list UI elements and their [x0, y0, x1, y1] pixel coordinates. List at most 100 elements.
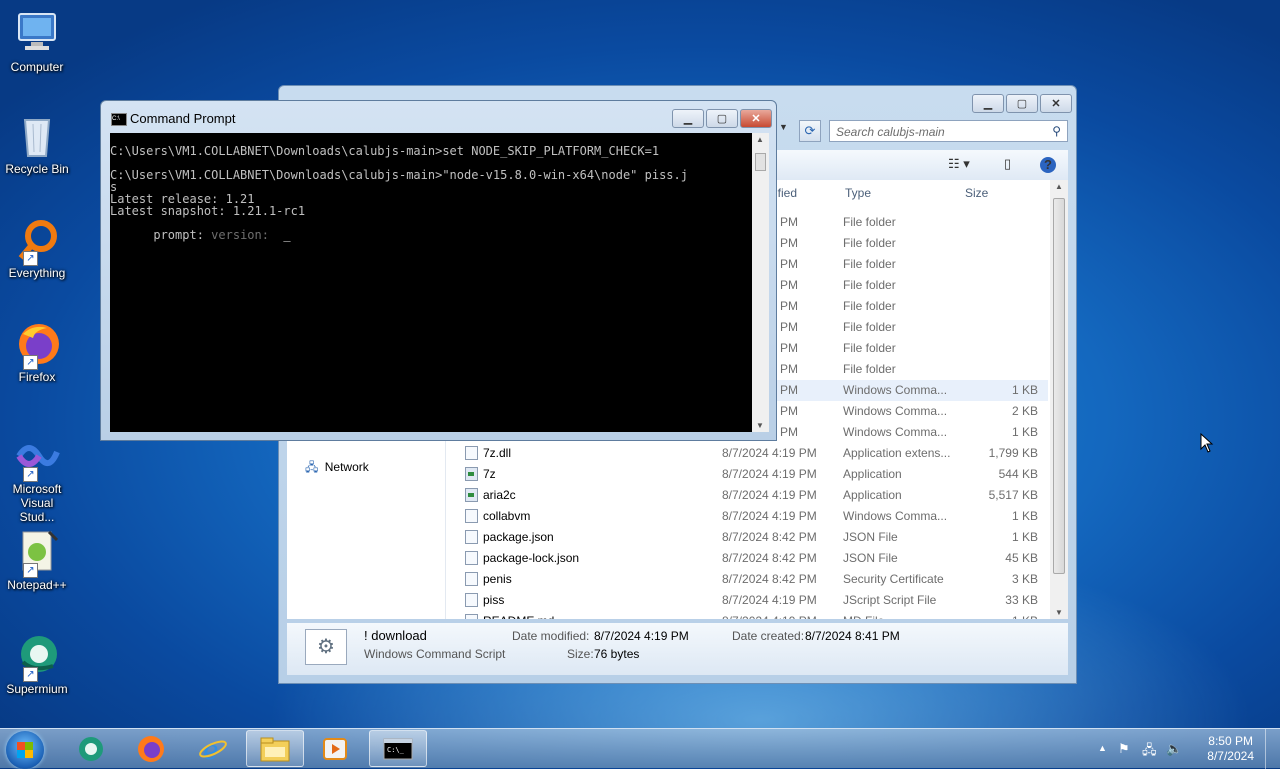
file-type: File folder [843, 320, 896, 334]
file-type: Windows Comma... [843, 383, 948, 397]
taskbar-firefox[interactable] [122, 730, 180, 767]
system-tray: ▲ ⚑ 🖧 🔈 8:50 PM 8/7/2024 [1080, 729, 1280, 769]
desktop-icon-everything[interactable]: ↗ Everything [2, 216, 72, 280]
table-row[interactable]: 7z.dll 8/7/2024 4:19 PM Application extens… [445, 443, 1048, 464]
maximize-button[interactable]: ▢ [706, 109, 738, 128]
volume-muted-icon[interactable]: 🔈 [1166, 741, 1182, 757]
folder-icon [260, 737, 290, 761]
desktop-icon-visual-studio[interactable]: ↗ Microsoft Visual Stud... [2, 432, 72, 524]
table-row[interactable]: aria2c 8/7/2024 4:19 PM Application 5,517 K… [445, 485, 1048, 506]
nav-item-network[interactable]: 🖧 Network [305, 458, 369, 479]
show-hidden-icons-icon[interactable]: ▲ [1098, 743, 1107, 753]
desktop-icon-label: Notepad++ [7, 578, 67, 592]
table-row[interactable]: package-lock.json 8/7/2024 8:42 PM JSON Fi… [445, 548, 1048, 569]
text-cursor: _ [283, 228, 291, 242]
console-output[interactable]: C:\Users\VM1.COLLABNET\Downloads\calubjs… [110, 133, 752, 432]
window-title: Command Prompt [130, 111, 236, 126]
file-name: package-lock.json [483, 551, 580, 565]
desktop-icon-label: Recycle Bin [5, 162, 69, 176]
taskbar-explorer[interactable] [246, 730, 304, 767]
file-name: 7z [483, 467, 496, 481]
supermium-icon [79, 736, 103, 761]
desktop-icon-supermium[interactable]: ↗ Supermium [2, 632, 72, 696]
file-size: 1,799 KB [988, 446, 1038, 460]
details-file-name: ! download [364, 628, 427, 643]
clock[interactable]: 8:50 PM 8/7/2024 [1207, 734, 1254, 764]
taskbar-supermium[interactable] [62, 730, 120, 767]
details-file-kind: Windows Command Script [364, 647, 506, 661]
file-type: File folder [843, 362, 896, 376]
view-options-icon[interactable]: ☷ ▾ [948, 156, 970, 172]
table-row[interactable]: collabvm 8/7/2024 4:19 PM Windows Comma...… [445, 506, 1048, 527]
file-type: Application [843, 467, 902, 481]
show-desktop-button[interactable] [1265, 729, 1280, 769]
firefox-icon [138, 735, 164, 762]
shortcut-arrow-icon: ↗ [23, 251, 38, 266]
prompt-label: prompt: [153, 228, 204, 242]
file-name: collabvm [483, 509, 531, 523]
desktop-icon-recycle-bin[interactable]: Recycle Bin [2, 112, 72, 176]
network-tray-icon[interactable]: 🖧 [1142, 741, 1157, 763]
scrollbar-thumb[interactable] [755, 153, 766, 171]
refresh-button[interactable]: ⟳ [799, 120, 821, 142]
search-icon[interactable]: ⚲ [1052, 124, 1061, 138]
computer-icon [13, 10, 61, 58]
command-prompt-window[interactable]: C:\ Command Prompt ▁ ▢ ✕ C:\Users\VM1.CO… [100, 100, 777, 441]
column-header-size[interactable]: Size [965, 186, 988, 200]
search-input[interactable]: Search calubjs-main ⚲ [829, 120, 1068, 142]
file-size: 5,517 KB [988, 488, 1038, 502]
scroll-up-icon[interactable]: ▲ [756, 135, 764, 144]
action-center-flag-icon[interactable]: ⚑ [1118, 741, 1130, 757]
cmd-window-controls: ▁ ▢ ✕ [670, 109, 772, 128]
file-size: 45 KB [1005, 551, 1038, 565]
scroll-down-icon[interactable]: ▼ [1055, 608, 1063, 617]
desktop-icon-notepad-plus-plus[interactable]: ↗ Notepad++ [2, 528, 72, 592]
file-date: 8/7/2024 4:19 PM [722, 467, 817, 481]
details-date-modified: 8/7/2024 4:19 PM [594, 629, 689, 643]
file-name: package.json [483, 530, 554, 544]
help-icon[interactable]: ? [1040, 157, 1056, 173]
close-button[interactable]: ✕ [1040, 94, 1072, 113]
firefox-icon: ↗ [13, 320, 61, 370]
table-row[interactable]: README.md 8/7/2024 4:19 PM MD File 1 KB [445, 611, 1048, 619]
console-line: C:\Users\VM1.COLLABNET\Downloads\calubjs… [110, 168, 688, 182]
taskbar-media-player[interactable] [306, 730, 364, 767]
file-size: 1 KB [1011, 530, 1038, 544]
details-date-modified-label: Date modified: [512, 629, 590, 643]
start-button[interactable] [6, 731, 44, 769]
supermium-icon: ↗ [13, 632, 61, 682]
desktop-icon-label: Firefox [18, 370, 56, 384]
file-type: File folder [843, 257, 896, 271]
preview-pane-icon[interactable]: ▯ [1004, 156, 1011, 172]
console-scrollbar[interactable]: ▲ ▼ [752, 133, 769, 432]
desktop-icon-firefox[interactable]: ↗ Firefox [2, 320, 72, 384]
file-type: JSON File [843, 530, 898, 544]
desktop-icon-computer[interactable]: Computer [2, 10, 72, 74]
details-size: 76 bytes [594, 647, 640, 661]
desktop-icon-label: Computer [10, 60, 64, 74]
close-button[interactable]: ✕ [740, 109, 772, 128]
scroll-up-icon[interactable]: ▲ [1055, 182, 1063, 191]
maximize-button[interactable]: ▢ [1006, 94, 1038, 113]
taskbar-internet-explorer[interactable]: e [184, 730, 242, 767]
file-list-scrollbar[interactable]: ▲ ▼ [1050, 180, 1068, 619]
minimize-button[interactable]: ▁ [672, 109, 704, 128]
file-type: File folder [843, 299, 896, 313]
cmd-icon: C:\_ [383, 738, 413, 759]
column-header-date[interactable]: ified [775, 186, 797, 200]
file-name: README.md [483, 614, 554, 619]
mouse-pointer-icon [1200, 433, 1214, 453]
file-type: Windows Comma... [843, 404, 948, 418]
table-row[interactable]: penis 8/7/2024 8:42 PM Security Certificat… [445, 569, 1048, 590]
scroll-down-icon[interactable]: ▼ [756, 421, 764, 430]
taskbar-command-prompt[interactable]: C:\_ [369, 730, 427, 767]
file-date: 8/7/2024 4:19 PM [722, 614, 817, 619]
minimize-button[interactable]: ▁ [972, 94, 1004, 113]
clock-time: 8:50 PM [1208, 734, 1253, 748]
column-header-type[interactable]: Type [845, 186, 871, 200]
table-row[interactable]: package.json 8/7/2024 8:42 PM JSON File 1 K… [445, 527, 1048, 548]
scrollbar-thumb[interactable] [1053, 198, 1065, 574]
table-row[interactable]: 7z 8/7/2024 4:19 PM Application 544 KB [445, 464, 1048, 485]
address-dropdown-icon[interactable]: ▼ [779, 122, 788, 132]
table-row[interactable]: piss 8/7/2024 4:19 PM JScript Script File 3… [445, 590, 1048, 611]
